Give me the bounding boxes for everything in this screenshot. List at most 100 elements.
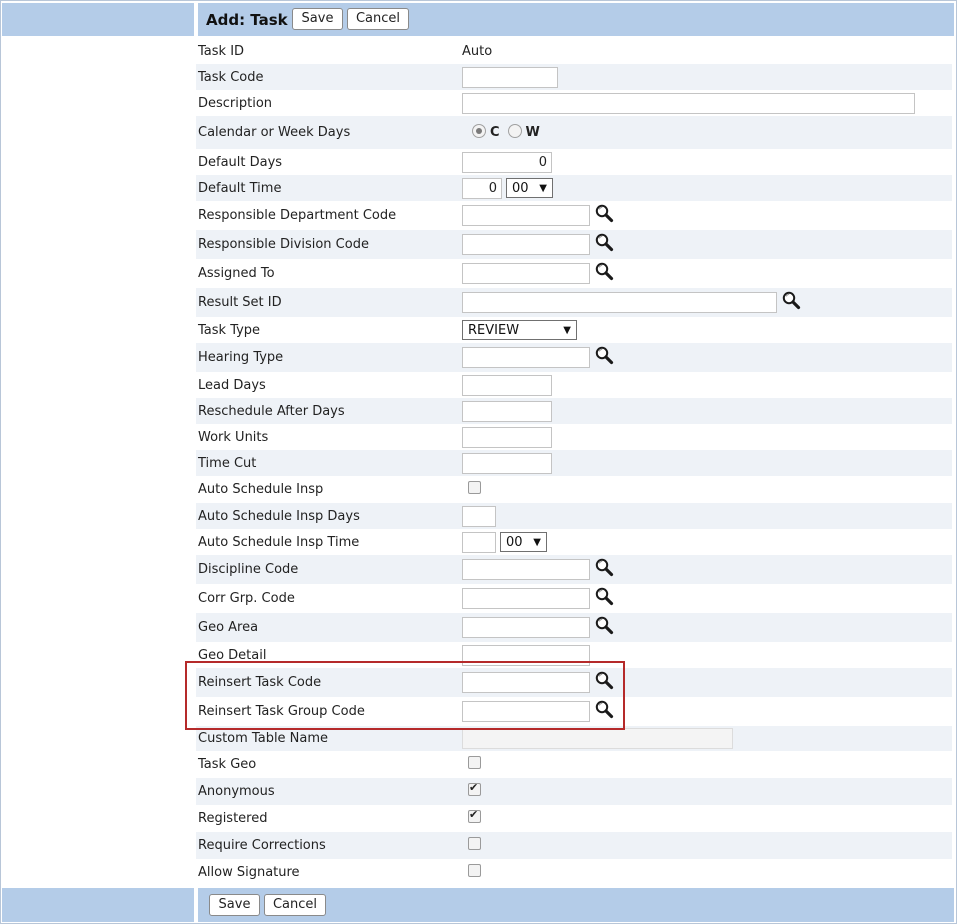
dropdown-arrow-icon: ▼ — [533, 536, 541, 548]
magnifier-icon[interactable] — [594, 345, 614, 365]
discipline-code-input[interactable] — [462, 559, 590, 580]
row-calendar-or-week-days: Calendar or Week Days C W — [196, 116, 952, 149]
default-time-minute-value: 00 — [512, 180, 529, 196]
lead-days-input[interactable] — [462, 374, 552, 396]
magnifier-icon[interactable] — [594, 203, 614, 223]
footer-cancel-button[interactable]: Cancel — [264, 894, 326, 916]
hearing-type-input[interactable] — [462, 347, 590, 368]
radio-selected-dot — [476, 127, 482, 134]
lead-days-label: Lead Days — [198, 377, 266, 393]
row-default-time: Default Time 00 ▼ — [196, 175, 952, 201]
reinsert-task-group-code-input[interactable] — [462, 701, 590, 722]
magnifier-icon[interactable] — [594, 232, 614, 252]
discipline-code-label: Discipline Code — [198, 562, 299, 577]
description-label: Description — [198, 95, 273, 111]
default-time-minute-select[interactable]: 00 ▼ — [506, 178, 553, 198]
row-responsible-division-code: Responsible Division Code — [196, 230, 952, 259]
responsible-division-code-label: Responsible Division Code — [198, 237, 369, 252]
row-task-id: Task ID Auto — [196, 38, 952, 64]
save-button[interactable]: Save — [292, 8, 343, 30]
row-default-days: Default Days — [196, 149, 952, 175]
auto-schedule-insp-days-input[interactable] — [462, 505, 496, 527]
check-icon: ✔ — [469, 808, 479, 821]
magnifier-icon[interactable] — [594, 557, 614, 577]
task-type-value: REVIEW — [468, 322, 520, 338]
task-code-label: Task Code — [198, 69, 264, 85]
form-title: Add: Task — [206, 11, 288, 29]
auto-schedule-insp-time-minute-select[interactable]: 00 ▼ — [500, 532, 547, 552]
corr-grp-code-input[interactable] — [462, 588, 590, 609]
assigned-to-input[interactable] — [462, 263, 590, 284]
row-geo-area: Geo Area — [196, 613, 952, 642]
task-id-value: Auto — [462, 43, 493, 59]
reinsert-task-code-input[interactable] — [462, 672, 590, 693]
row-auto-schedule-insp-days: Auto Schedule Insp Days — [196, 503, 952, 529]
row-time-cut: Time Cut — [196, 450, 952, 476]
magnifier-icon[interactable] — [594, 615, 614, 635]
row-geo-detail: Geo Detail — [196, 642, 952, 668]
time-cut-input[interactable] — [462, 452, 552, 474]
magnifier-icon[interactable] — [781, 290, 801, 310]
auto-schedule-insp-label: Auto Schedule Insp — [198, 482, 324, 497]
footer-save-button[interactable]: Save — [209, 894, 260, 916]
require-corrections-checkbox[interactable] — [468, 837, 481, 850]
row-corr-grp-code: Corr Grp. Code — [196, 584, 952, 613]
work-units-label: Work Units — [198, 429, 269, 445]
responsible-department-code-label: Responsible Department Code — [198, 208, 397, 223]
default-time-hour-input[interactable] — [462, 177, 502, 199]
header-separator — [194, 3, 198, 36]
geo-detail-input[interactable] — [462, 644, 590, 666]
default-days-label: Default Days — [198, 154, 283, 170]
responsible-division-code-input[interactable] — [462, 234, 590, 255]
description-input[interactable] — [462, 92, 915, 114]
magnifier-icon[interactable] — [594, 670, 614, 690]
anonymous-label: Anonymous — [198, 784, 275, 799]
row-auto-schedule-insp: Auto Schedule Insp — [196, 476, 952, 503]
magnifier-icon[interactable] — [594, 699, 614, 719]
form-header-bar: Add: Task Save Cancel — [2, 3, 954, 36]
calendar-days-radio[interactable] — [472, 123, 486, 138]
row-reinsert-task-code: Reinsert Task Code — [196, 668, 952, 697]
row-allow-signature: Allow Signature — [196, 859, 952, 886]
auto-schedule-insp-time-hour-input[interactable] — [462, 531, 496, 553]
week-days-radio-label: W — [525, 125, 540, 140]
task-type-select[interactable]: REVIEW ▼ — [462, 320, 577, 340]
require-corrections-label: Require Corrections — [198, 838, 326, 853]
default-time-label: Default Time — [198, 180, 282, 196]
row-custom-table-name: Custom Table Name — [196, 726, 952, 751]
magnifier-icon[interactable] — [594, 261, 614, 281]
row-responsible-department-code: Responsible Department Code — [196, 201, 952, 230]
dropdown-arrow-icon: ▼ — [563, 324, 571, 336]
row-reinsert-task-group-code: Reinsert Task Group Code — [196, 697, 952, 726]
reschedule-after-days-input[interactable] — [462, 400, 552, 422]
auto-schedule-insp-days-label: Auto Schedule Insp Days — [198, 508, 360, 524]
registered-checkbox[interactable]: ✔ — [468, 808, 481, 823]
task-code-input[interactable] — [462, 66, 558, 88]
row-assigned-to: Assigned To — [196, 259, 952, 288]
allow-signature-checkbox[interactable] — [468, 864, 481, 877]
task-type-label: Task Type — [198, 322, 261, 338]
magnifier-icon[interactable] — [594, 586, 614, 606]
result-set-id-input[interactable] — [462, 292, 777, 313]
row-task-code: Task Code — [196, 64, 952, 90]
default-days-input[interactable] — [462, 151, 552, 173]
geo-area-input[interactable] — [462, 617, 590, 638]
task-form: Task ID Auto Task Code Description Calen… — [196, 38, 952, 886]
work-units-input[interactable] — [462, 426, 552, 448]
custom-table-name-input — [462, 728, 733, 749]
responsible-department-code-input[interactable] — [462, 205, 590, 226]
anonymous-checkbox[interactable]: ✔ — [468, 781, 481, 796]
cancel-button[interactable]: Cancel — [347, 8, 409, 30]
geo-detail-label: Geo Detail — [198, 647, 267, 663]
result-set-id-label: Result Set ID — [198, 295, 282, 310]
auto-schedule-insp-checkbox[interactable] — [468, 481, 481, 494]
corr-grp-code-label: Corr Grp. Code — [198, 591, 295, 606]
row-auto-schedule-insp-time: Auto Schedule Insp Time 00 ▼ — [196, 529, 952, 555]
time-cut-label: Time Cut — [198, 455, 257, 471]
task-geo-checkbox[interactable] — [468, 756, 481, 769]
hearing-type-label: Hearing Type — [198, 350, 284, 365]
footer-separator — [194, 888, 198, 922]
row-description: Description — [196, 90, 952, 116]
reinsert-task-code-label: Reinsert Task Code — [198, 675, 322, 690]
week-days-radio[interactable] — [507, 123, 522, 138]
